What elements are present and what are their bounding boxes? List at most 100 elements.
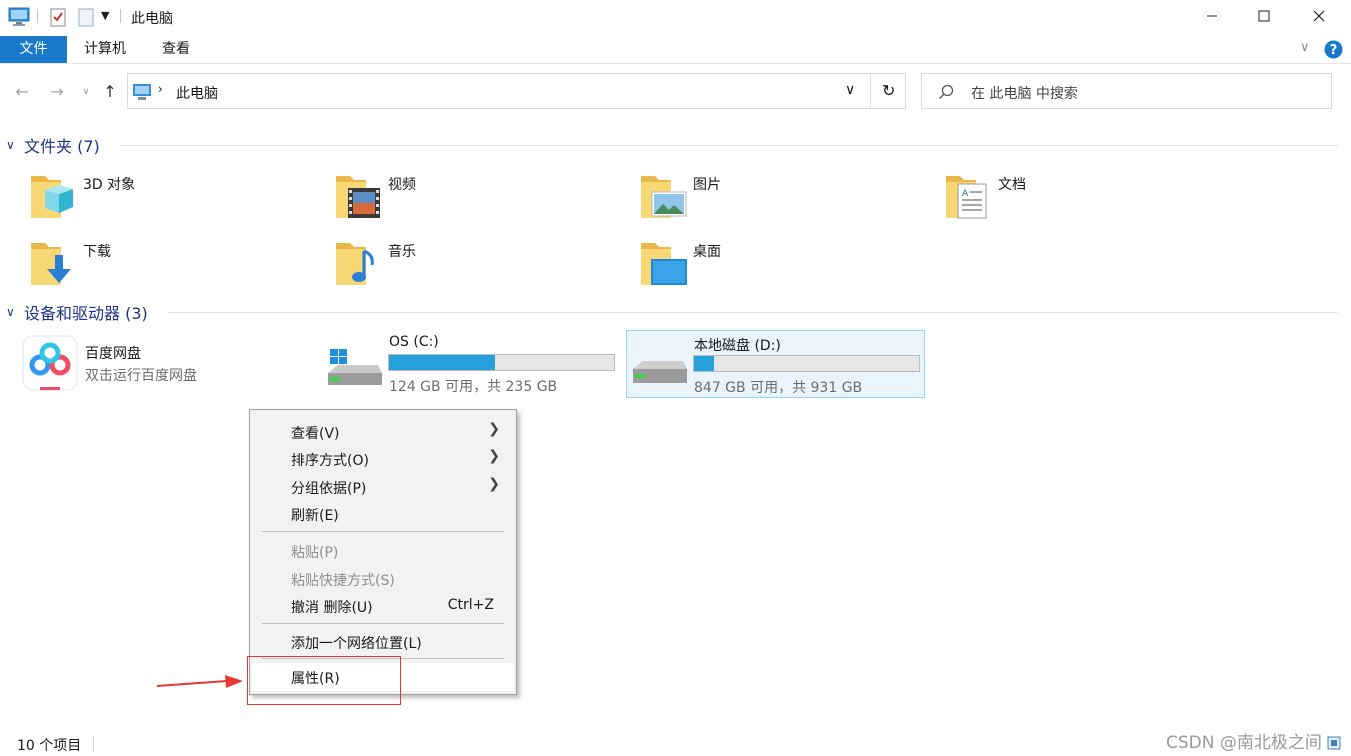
folder-desktop[interactable]: 桌面	[639, 239, 899, 299]
pictures-folder-icon	[641, 176, 687, 218]
folders-section-header[interactable]: ∨ 文件夹 (7)	[6, 134, 100, 156]
baidu-netdisk-item[interactable]: 百度网盘 双击运行百度网盘	[22, 335, 302, 395]
menu-item-label: 刷新(E)	[291, 508, 339, 524]
search-icon	[939, 84, 954, 99]
refresh-icon[interactable]: ↻	[882, 81, 895, 100]
menu-item-add-network-location[interactable]: 添加一个网络位置(L)	[252, 628, 514, 654]
search-box[interactable]: 在 此电脑 中搜索	[921, 73, 1332, 109]
drive-d-info: 847 GB 可用，共 931 GB	[694, 380, 863, 396]
folder-label: 3D 对象	[83, 177, 136, 193]
drive-d[interactable]: 本地磁盘 (D:) 847 GB 可用，共 931 GB	[626, 330, 925, 398]
context-menu: 查看(V) ❯ 排序方式(O) ❯ 分组依据(P) ❯ 刷新(E) 粘贴(P) …	[249, 409, 517, 695]
watermark: CSDN @南北极之间	[1166, 733, 1322, 753]
svg-text:A: A	[962, 189, 969, 199]
folder-music[interactable]: 音乐	[334, 239, 594, 299]
folders-section-title: 文件夹 (7)	[24, 137, 100, 156]
menu-item-label: 粘贴(P)	[291, 545, 339, 561]
annotation-arrow-icon	[156, 675, 243, 688]
windows-drive-icon	[328, 349, 382, 385]
svg-text:?: ?	[1330, 43, 1338, 58]
collapse-chevron-icon: ∨	[6, 305, 15, 319]
menu-item-paste[interactable]: 粘贴(P)	[252, 537, 514, 563]
baidu-netdisk-icon	[22, 335, 78, 391]
large-icons-view-icon[interactable]	[1327, 736, 1341, 750]
menu-item-sort[interactable]: 排序方式(O) ❯	[252, 445, 514, 471]
baidu-name: 百度网盘	[85, 346, 141, 362]
drive-c[interactable]: OS (C:) 124 GB 可用，共 235 GB	[322, 329, 622, 397]
folder-3d-objects[interactable]: 3D 对象	[29, 172, 289, 232]
submenu-arrow-icon: ❯	[488, 476, 500, 492]
menu-item-view[interactable]: 查看(V) ❯	[252, 418, 514, 444]
minimize-button[interactable]	[1189, 0, 1235, 32]
qa-customize-icon[interactable]: ▼	[101, 9, 109, 22]
this-pc-icon	[133, 84, 151, 100]
folder-label: 桌面	[693, 244, 721, 260]
menu-item-label: 粘贴快捷方式(S)	[291, 573, 395, 589]
menu-item-label: 添加一个网络位置(L)	[291, 636, 422, 652]
drive-c-usage-fill	[389, 355, 495, 370]
recent-locations-button[interactable]: ∨	[76, 82, 96, 102]
collapse-chevron-icon: ∨	[6, 138, 15, 152]
minimize-icon	[1207, 15, 1217, 17]
baidu-subtitle: 双击运行百度网盘	[85, 368, 197, 384]
menu-item-paste-shortcut[interactable]: 粘贴快捷方式(S)	[252, 565, 514, 591]
drive-c-name: OS (C:)	[389, 334, 439, 350]
devices-section-header[interactable]: ∨ 设备和驱动器 (3)	[6, 301, 148, 323]
submenu-arrow-icon: ❯	[488, 421, 500, 437]
forward-button[interactable]: →	[47, 82, 67, 102]
folder-pictures[interactable]: 图片	[639, 172, 899, 232]
music-folder-icon	[336, 243, 374, 285]
breadcrumb-this-pc[interactable]: 此电脑	[176, 83, 218, 103]
folder-label: 下载	[83, 244, 111, 260]
close-icon	[1313, 10, 1325, 22]
folder-downloads[interactable]: 下载	[29, 239, 289, 299]
drive-d-name: 本地磁盘 (D:)	[694, 338, 781, 354]
menu-item-refresh[interactable]: 刷新(E)	[252, 500, 514, 526]
menu-item-shortcut: Ctrl+Z	[447, 597, 494, 613]
downloads-folder-icon	[31, 243, 71, 285]
maximize-icon	[1258, 10, 1270, 22]
menu-item-label: 分组依据(P)	[291, 481, 367, 497]
folder-label: 文档	[998, 177, 1026, 193]
close-button[interactable]	[1296, 0, 1342, 32]
3d-objects-folder-icon	[31, 176, 73, 218]
maximize-button[interactable]	[1241, 0, 1287, 32]
submenu-arrow-icon: ❯	[488, 448, 500, 464]
help-icon[interactable]: ?	[1324, 40, 1343, 59]
drive-d-usage-fill	[694, 356, 715, 371]
up-button[interactable]: ↑	[100, 82, 120, 102]
folder-label: 图片	[693, 177, 721, 193]
documents-folder-icon: A	[946, 176, 987, 219]
folder-videos[interactable]: 视频	[334, 172, 594, 232]
menu-separator	[262, 623, 504, 624]
address-bar[interactable]: › 此电脑 ∨ ↻	[127, 73, 906, 109]
breadcrumb-chevron-icon: ›	[158, 82, 163, 96]
window-title: 此电脑	[131, 11, 173, 27]
menu-item-group[interactable]: 分组依据(P) ❯	[252, 473, 514, 499]
videos-folder-icon	[336, 176, 380, 218]
properties-icon[interactable]	[50, 7, 66, 27]
menu-separator	[262, 531, 504, 532]
menu-item-label: 查看(V)	[291, 426, 340, 442]
this-pc-icon	[8, 7, 30, 26]
drive-d-usage-bar	[693, 355, 920, 372]
drive-c-info: 124 GB 可用，共 235 GB	[389, 379, 558, 395]
back-button[interactable]: ←	[12, 82, 32, 102]
tab-file[interactable]: 文件	[0, 36, 67, 63]
folder-documents[interactable]: A 文档	[944, 172, 1204, 232]
title-bar: ▼ 此电脑	[0, 0, 1351, 34]
menu-item-undo-delete[interactable]: 撤消 删除(U) Ctrl+Z	[252, 592, 514, 618]
ribbon-expand-icon[interactable]: ∨	[1300, 40, 1310, 55]
folder-label: 音乐	[388, 244, 416, 260]
drive-c-usage-bar	[388, 354, 615, 371]
status-item-count: 10 个项目	[17, 738, 82, 754]
new-folder-icon[interactable]	[78, 7, 94, 27]
drive-icon	[633, 361, 687, 383]
menu-item-label: 撤消 删除(U)	[291, 600, 373, 616]
desktop-folder-icon	[641, 243, 687, 285]
address-dropdown-icon[interactable]: ∨	[845, 82, 855, 98]
search-placeholder: 在 此电脑 中搜索	[971, 86, 1078, 102]
tab-computer[interactable]: 计算机	[70, 36, 140, 63]
tab-view[interactable]: 查看	[148, 36, 204, 63]
devices-section-title: 设备和驱动器 (3)	[24, 304, 148, 323]
